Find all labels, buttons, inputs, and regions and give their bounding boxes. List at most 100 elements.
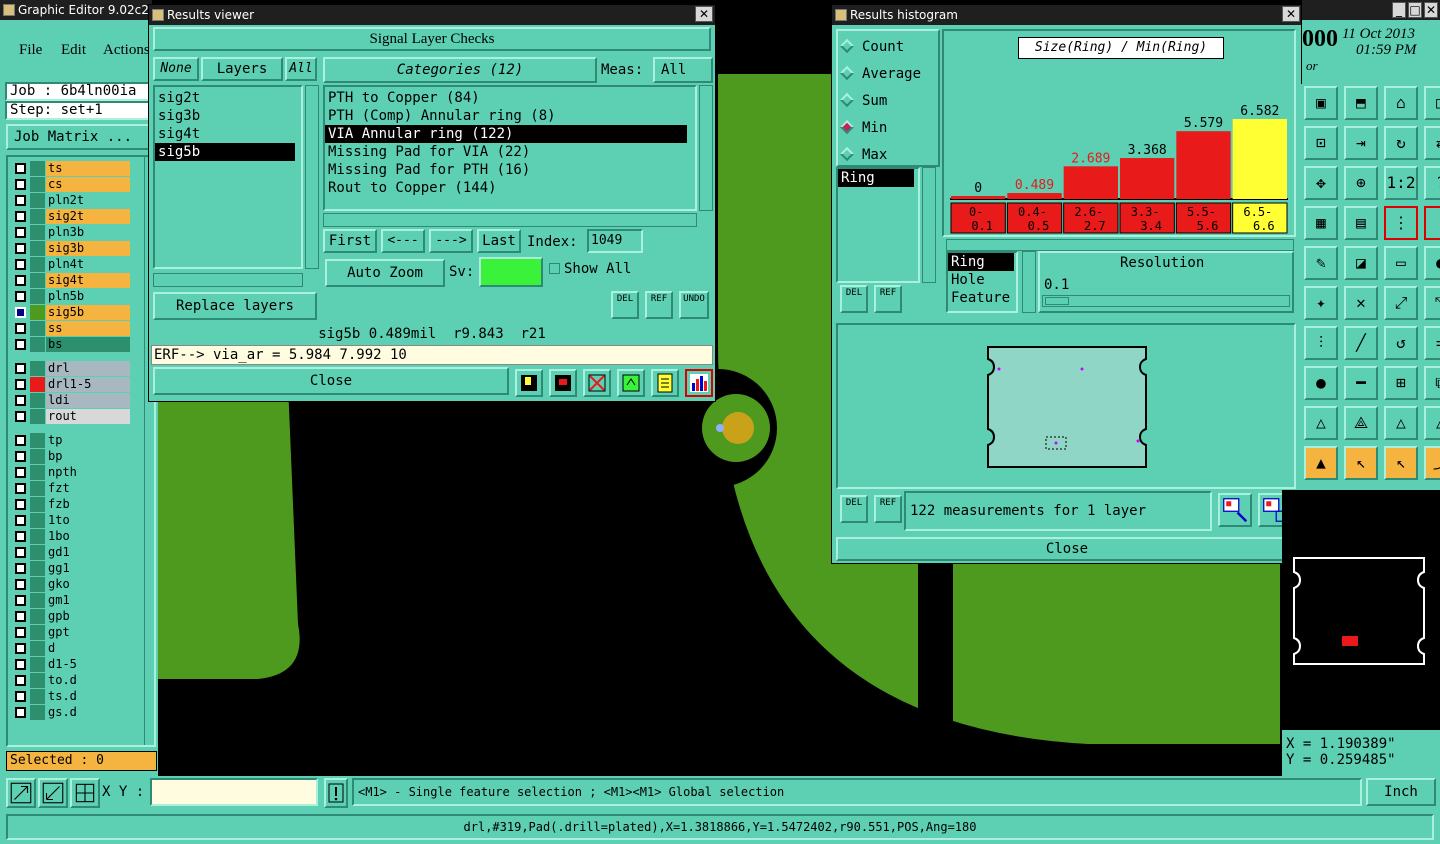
prev-button[interactable]: <--- (381, 229, 425, 253)
pan-icon[interactable]: ✥ (1304, 166, 1338, 200)
flip-icon[interactable]: ⇉ (1424, 326, 1440, 360)
layer-checkbox[interactable] (15, 627, 26, 638)
layer-checkbox[interactable] (15, 163, 26, 174)
layer-checkbox[interactable] (15, 227, 26, 238)
mode-radio-sum[interactable]: Sum (839, 91, 887, 111)
erase-icon[interactable] (549, 369, 577, 397)
histogram-hscroll[interactable] (946, 239, 1294, 251)
tri2-icon[interactable]: ⟁ (1344, 406, 1378, 440)
cross-icon[interactable]: ✕ (1344, 286, 1378, 320)
measure-item-feature[interactable]: Feature (948, 289, 1016, 307)
layer-checkbox[interactable] (15, 483, 26, 494)
alert-icon[interactable] (324, 778, 348, 808)
layer-checkbox[interactable] (15, 307, 26, 318)
histogram-close-icon[interactable]: ✕ (1282, 6, 1300, 22)
category-item[interactable]: PTH to Copper (84) (325, 89, 687, 107)
layer-row[interactable]: rout (12, 409, 130, 424)
layer-checkbox[interactable] (15, 547, 26, 558)
rv-layer-item[interactable]: sig5b (155, 143, 295, 161)
measure-list-scroll[interactable] (922, 167, 936, 283)
layers-listbox-hscroll[interactable] (153, 273, 303, 287)
pick-icon[interactable]: ▲ (1304, 446, 1338, 480)
layer-row[interactable]: sig5b (12, 305, 130, 320)
ruler-icon[interactable]: ▭ (1384, 246, 1418, 280)
report-icon[interactable] (583, 369, 611, 397)
export-icon[interactable] (617, 369, 645, 397)
preview-del-button[interactable]: DEL (840, 495, 868, 523)
grid-view-icon[interactable]: ▦ (1304, 206, 1338, 240)
edit-icon[interactable]: ✎ (1304, 246, 1338, 280)
layer-row[interactable]: d (12, 641, 130, 656)
layer-row[interactable]: pln4t (12, 257, 130, 272)
layer-checkbox[interactable] (15, 435, 26, 446)
histogram-icon[interactable] (685, 369, 713, 397)
layer-checkbox[interactable] (15, 467, 26, 478)
replace-layers-dropdown[interactable]: Replace layers (153, 292, 317, 320)
hist-del-button[interactable]: DEL (840, 285, 868, 313)
align-icon[interactable]: ⊞ (1384, 366, 1418, 400)
category-item[interactable]: PTH (Comp) Annular ring (8) (325, 107, 687, 125)
layer-row[interactable]: 1bo (12, 529, 130, 544)
measure-list[interactable]: Ring (836, 167, 920, 283)
link-icon[interactable]: ⤢ (1384, 286, 1418, 320)
layers-all-button[interactable]: All (285, 57, 317, 81)
index-input[interactable]: 1049 (587, 229, 643, 253)
layer-checkbox[interactable] (15, 275, 26, 286)
next-button[interactable]: ---> (429, 229, 473, 253)
results-viewer-close-icon[interactable]: ✕ (695, 6, 713, 22)
menu-file[interactable]: File (19, 42, 42, 59)
measure-item-hole[interactable]: Hole (948, 271, 1016, 289)
dash-icon[interactable]: ━ (1344, 366, 1378, 400)
frame-icon[interactable]: ◫ (1424, 86, 1440, 120)
snap-icon[interactable]: ⇄ (1424, 126, 1440, 160)
undo-button[interactable]: UNDO (679, 291, 709, 319)
layer-checkbox[interactable] (15, 611, 26, 622)
help-icon[interactable]: ? (1424, 166, 1440, 200)
layer-row[interactable]: drl1-5 (12, 377, 130, 392)
category-item[interactable]: Missing Pad for VIA (22) (325, 143, 687, 161)
layer-checkbox[interactable] (15, 659, 26, 670)
layer-checkbox[interactable] (15, 211, 26, 222)
measure-list-2[interactable]: Ring Hole Feature (946, 251, 1018, 313)
measure-icon[interactable] (38, 778, 68, 808)
layer-row[interactable]: npth (12, 465, 130, 480)
trace-icon[interactable]: ⤡ (1424, 286, 1440, 320)
preview-ref-button[interactable]: REF (874, 495, 902, 523)
mode-radio-average[interactable]: Average (839, 64, 921, 84)
rv-layer-item[interactable]: sig3b (155, 107, 295, 125)
rv-layer-item[interactable]: sig4t (155, 125, 295, 143)
layer-row[interactable]: gd1 (12, 545, 130, 560)
arc-icon[interactable]: ↺ (1384, 326, 1418, 360)
pad-icon[interactable]: ● (1424, 246, 1440, 280)
image-icon[interactable] (515, 369, 543, 397)
overview-map[interactable] (1282, 490, 1440, 730)
layer-checkbox[interactable] (15, 451, 26, 462)
first-button[interactable]: First (323, 229, 377, 253)
xy-input[interactable] (150, 778, 318, 806)
layer-checkbox[interactable] (15, 411, 26, 422)
layer-row[interactable]: sig2t (12, 209, 130, 224)
show-all-checkbox[interactable] (549, 263, 560, 274)
tri3-icon[interactable]: △ (1384, 406, 1418, 440)
move-icon[interactable]: ⇥ (1344, 126, 1378, 160)
menu-edit[interactable]: Edit (61, 42, 86, 59)
dot-icon[interactable]: ● (1304, 366, 1338, 400)
layer-checkbox[interactable] (15, 515, 26, 526)
mode-radio-min[interactable]: Min (839, 118, 887, 138)
grid-icon[interactable] (70, 778, 100, 808)
home-icon[interactable]: ⌂ (1384, 86, 1418, 120)
auto-zoom-dropdown[interactable]: Auto Zoom (325, 259, 445, 287)
measure-list-item[interactable]: Ring (838, 169, 914, 187)
maximize-icon[interactable]: □ (1408, 2, 1422, 18)
histogram-bar[interactable] (1007, 193, 1062, 199)
category-item[interactable]: VIA Annular ring (122) (325, 125, 687, 143)
pointer2-icon[interactable]: ↖ (1384, 446, 1418, 480)
layer-checkbox[interactable] (15, 707, 26, 718)
layer-checkbox[interactable] (15, 339, 26, 350)
layer-row[interactable]: gko (12, 577, 130, 592)
draw-icon[interactable]: ◪ (1344, 246, 1378, 280)
layers-none-button[interactable]: None (153, 57, 199, 81)
layer-row[interactable]: gpt (12, 625, 130, 640)
zoom-fit-icon[interactable] (1218, 493, 1252, 527)
measure-list-2-scroll[interactable] (1022, 251, 1036, 313)
